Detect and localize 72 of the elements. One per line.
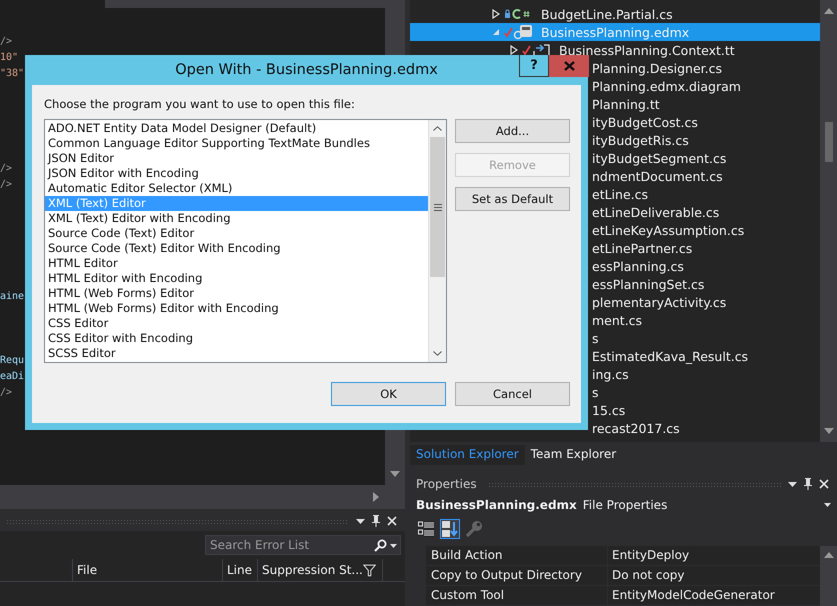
scroll-thumb[interactable] bbox=[430, 137, 445, 277]
code-line: /> bbox=[0, 178, 12, 192]
dialog-button[interactable]: Set as Default bbox=[455, 187, 570, 211]
filter-icon bbox=[362, 562, 376, 578]
scroll-up-icon[interactable] bbox=[824, 552, 834, 558]
code-line: /> bbox=[0, 35, 12, 49]
close-icon bbox=[564, 61, 574, 71]
dropdown-icon[interactable] bbox=[788, 482, 797, 486]
list-item[interactable]: SCSS Editor bbox=[45, 346, 428, 361]
list-item[interactable]: JSON Editor with Encoding bbox=[45, 166, 428, 181]
scroll-down-icon[interactable] bbox=[433, 351, 442, 356]
property-value[interactable]: Do not copy bbox=[608, 566, 820, 585]
scrollbar[interactable] bbox=[820, 0, 837, 442]
list-item[interactable]: ADO.NET Entity Data Model Designer (Default) bbox=[45, 121, 428, 136]
dialog-title: Open With - BusinessPlanning.edmx bbox=[175, 62, 438, 78]
scrollbar[interactable] bbox=[0, 485, 405, 509]
code-line: 10" bbox=[0, 51, 18, 65]
pin-icon[interactable] bbox=[372, 515, 380, 527]
list-item[interactable]: CSS Editor bbox=[45, 316, 428, 331]
dialog-button[interactable]: OK bbox=[331, 382, 446, 406]
code-line: /> bbox=[0, 386, 12, 400]
list-item[interactable]: HTML (Web Forms) Editor with Encoding bbox=[45, 301, 428, 316]
property-name: Build Action bbox=[426, 546, 608, 565]
scroll-down-icon[interactable] bbox=[390, 471, 400, 477]
sort-az-icon[interactable] bbox=[440, 519, 460, 539]
panel-title: Properties bbox=[416, 477, 477, 491]
property-name: Copy to Output Directory bbox=[426, 566, 608, 585]
program-list[interactable] bbox=[44, 119, 447, 363]
list-item[interactable]: XML (Text) Editor with Encoding bbox=[45, 211, 428, 226]
scroll-up-icon[interactable] bbox=[433, 126, 442, 131]
code-line: aine bbox=[0, 290, 24, 304]
code-line: eaDi bbox=[0, 370, 24, 384]
property-name: Custom Tool bbox=[426, 586, 608, 605]
list-item[interactable]: JSON Editor bbox=[45, 151, 428, 166]
panel-tab[interactable]: Solution Explorer bbox=[410, 445, 525, 465]
column-header[interactable]: File bbox=[77, 563, 98, 577]
code-line: /> bbox=[0, 162, 12, 176]
dialog-button[interactable]: Add... bbox=[455, 119, 570, 143]
pin-icon[interactable] bbox=[804, 478, 812, 490]
close-icon[interactable] bbox=[387, 516, 397, 526]
close-icon[interactable] bbox=[819, 479, 829, 489]
list-item[interactable]: HTML Editor bbox=[45, 256, 428, 271]
dropdown-icon[interactable] bbox=[824, 503, 831, 507]
property-value[interactable]: EntityDeploy bbox=[608, 546, 820, 565]
dialog-button[interactable]: Cancel bbox=[455, 382, 570, 406]
list-item[interactable]: HTML Editor with Encoding bbox=[45, 271, 428, 286]
scroll-down-icon[interactable] bbox=[824, 428, 834, 434]
scroll-right-icon[interactable] bbox=[373, 492, 379, 502]
scrollbar[interactable] bbox=[820, 546, 837, 606]
list-item[interactable]: Source Code (Text) Editor bbox=[45, 226, 428, 241]
dropdown-icon[interactable] bbox=[390, 544, 397, 548]
prompt-label: Choose the program you want to use to open this file: bbox=[44, 97, 356, 113]
list-item[interactable]: CSS Editor with Encoding bbox=[45, 331, 428, 346]
scroll-up-icon[interactable] bbox=[824, 8, 834, 14]
column-header[interactable]: Line bbox=[227, 563, 252, 577]
column-header[interactable]: Suppression St... bbox=[262, 563, 363, 577]
search-icon[interactable] bbox=[374, 539, 387, 552]
list-item[interactable]: HTML (Web Forms) Editor bbox=[45, 286, 428, 301]
list-item[interactable]: Source Code (Text) Editor With Encoding bbox=[45, 241, 428, 256]
dropdown-icon[interactable] bbox=[356, 518, 365, 524]
help-button[interactable]: ? bbox=[519, 55, 549, 77]
scrollbar[interactable] bbox=[428, 120, 446, 362]
code-line: "38" bbox=[0, 67, 24, 81]
code-line: Requ bbox=[0, 354, 24, 368]
property-value[interactable]: EntityModelCodeGenerator bbox=[608, 586, 820, 605]
grip-icon bbox=[434, 204, 442, 210]
list-item[interactable]: Common Language Editor Supporting TextMate Bundles bbox=[45, 136, 428, 151]
tree-item[interactable]: BudgetLine.Partial.cs bbox=[410, 5, 820, 23]
search-field[interactable]: Search Error List bbox=[205, 535, 401, 555]
object-selector[interactable]: BusinessPlanning.edmx File Properties bbox=[410, 494, 837, 516]
list-item[interactable]: Automatic Editor Selector (XML) bbox=[45, 181, 428, 196]
scroll-thumb[interactable] bbox=[824, 122, 832, 162]
